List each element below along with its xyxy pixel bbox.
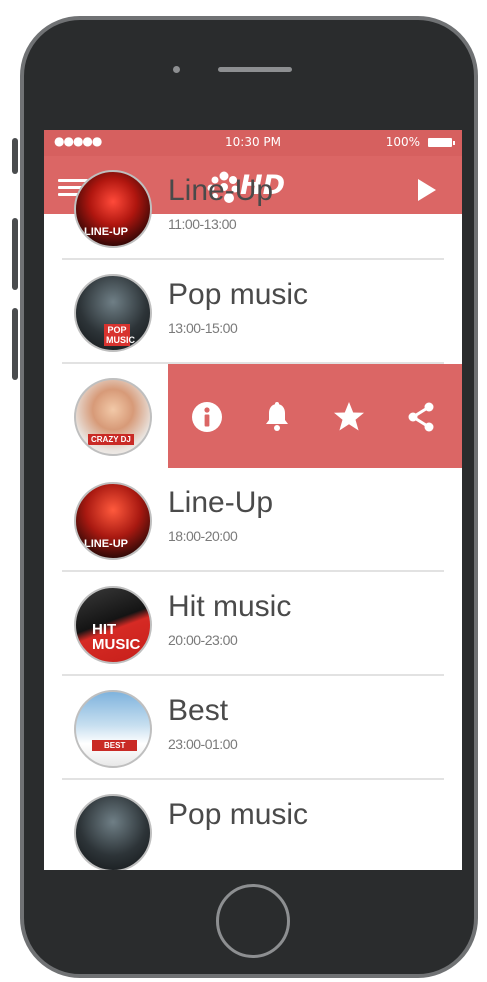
artwork-label: POP MUSIC: [104, 324, 135, 346]
front-camera: [173, 66, 180, 73]
program-artwork: LINE-UP: [74, 170, 152, 248]
program-title: Best: [168, 694, 229, 727]
program-time: 13:00-15:00: [168, 320, 238, 336]
program-list: LINE-UP Line-Up 11:00-13:00 POP MUSIC Po…: [44, 170, 462, 870]
program-time: 23:00-01:00: [168, 736, 238, 752]
list-item[interactable]: BEST Best 23:00-01:00: [44, 676, 462, 780]
program-artwork: BEST: [74, 690, 152, 768]
volume-up-button: [12, 218, 18, 290]
program-artwork: POP MUSIC: [74, 274, 152, 352]
list-item[interactable]: LINE-UP Line-Up 18:00-20:00: [44, 468, 462, 572]
battery-percent: 100%: [385, 135, 420, 149]
list-item-swiped[interactable]: CRAZY DJ: [44, 364, 462, 468]
list-item[interactable]: Pop music: [44, 780, 462, 870]
artwork-label: BEST: [92, 740, 138, 751]
volume-down-button: [12, 308, 18, 380]
program-title: Pop music: [168, 798, 309, 831]
info-icon[interactable]: [190, 400, 224, 434]
program-title: Hit music: [168, 590, 292, 623]
program-title: Pop music: [168, 278, 309, 311]
star-icon[interactable]: [332, 400, 366, 434]
artwork-label: HIT MUSIC: [92, 621, 141, 653]
program-artwork: LINE-UP: [74, 482, 152, 560]
home-button[interactable]: [216, 884, 290, 958]
program-artwork: [74, 794, 152, 870]
status-bar: ●●●●● 10:30 PM 100%: [44, 130, 462, 156]
swipe-actions: [168, 364, 462, 468]
program-time: 11:00-13:00: [168, 216, 237, 232]
program-time: 20:00-23:00: [168, 632, 238, 648]
share-icon[interactable]: [404, 400, 438, 434]
bell-icon[interactable]: [260, 400, 294, 434]
list-item[interactable]: POP MUSIC Pop music 13:00-15:00: [44, 260, 462, 364]
list-item[interactable]: LINE-UP Line-Up 11:00-13:00: [44, 156, 462, 260]
artwork-label: LINE-UP: [84, 538, 128, 550]
program-time: 18:00-20:00: [168, 528, 238, 544]
battery-icon: [428, 138, 455, 147]
program-artwork: HIT MUSIC: [74, 586, 152, 664]
program-artwork: CRAZY DJ: [74, 378, 152, 456]
artwork-label: CRAZY DJ: [88, 434, 134, 445]
program-title: Line-Up: [168, 486, 274, 519]
mute-switch: [12, 138, 18, 174]
app-screen: ●●●●● 10:30 PM 100% HD LINE-UP Line-Up 1…: [44, 130, 462, 870]
list-item[interactable]: HIT MUSIC Hit music 20:00-23:00: [44, 572, 462, 676]
program-title: Line-Up: [168, 174, 274, 207]
artwork-label: LINE-UP: [84, 226, 128, 238]
earpiece-speaker: [218, 67, 292, 72]
